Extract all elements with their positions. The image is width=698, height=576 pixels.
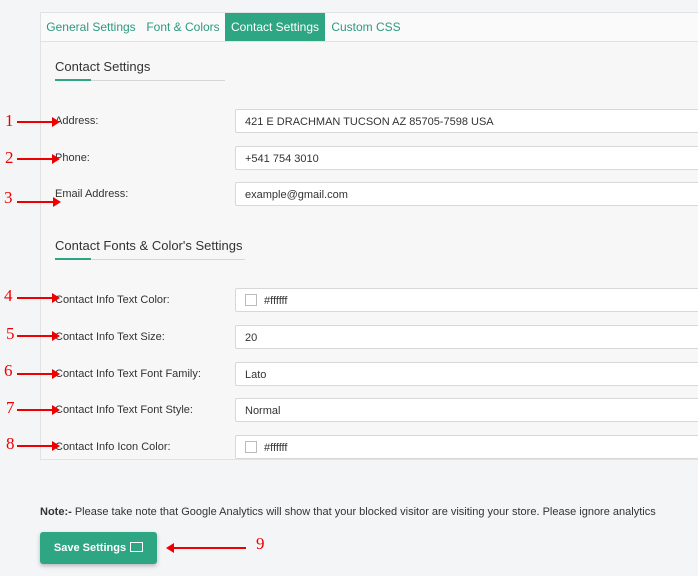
annotation-arrow <box>17 441 60 451</box>
annotation-number: 6 <box>4 361 13 380</box>
color-swatch[interactable] <box>245 294 257 307</box>
annotation-arrow <box>17 197 61 207</box>
note-text: Please take note that Google Analytics w… <box>71 506 656 518</box>
note-prefix: Note:- <box>40 506 72 518</box>
font-family-field[interactable]: Lato <box>235 362 698 386</box>
text-color-value: #ffffff <box>264 295 288 307</box>
email-label: Email Address: <box>55 188 129 200</box>
tab-contact-settings[interactable]: Contact Settings <box>225 13 325 41</box>
annotation-number: 3 <box>4 188 13 207</box>
annotation-arrow <box>166 543 246 553</box>
icon-color-field[interactable]: #ffffff <box>235 435 698 459</box>
icon-color-value: #ffffff <box>264 442 288 454</box>
annotation-arrow <box>17 405 60 415</box>
text-size-label: Contact Info Text Size: <box>55 331 165 343</box>
annotation-number: 1 <box>5 111 14 130</box>
font-style-field[interactable]: Normal <box>235 398 698 422</box>
save-settings-button[interactable]: Save Settings <box>40 532 157 564</box>
contact-settings-heading: Contact Settings <box>55 59 151 74</box>
tab-general-settings[interactable]: General Settings <box>41 13 141 41</box>
phone-label: Phone: <box>55 152 90 164</box>
text-color-field[interactable]: #ffffff <box>235 288 698 312</box>
address-field[interactable]: 421 E DRACHMAN TUCSON AZ 85705-7598 USA <box>235 109 698 133</box>
text-size-field[interactable]: 20 <box>235 325 698 349</box>
annotation-number: 7 <box>6 398 15 417</box>
save-icon <box>130 542 144 553</box>
address-label: Address: <box>55 115 99 127</box>
fonts-colors-heading: Contact Fonts & Color's Settings <box>55 238 243 253</box>
annotation-number: 8 <box>6 434 15 453</box>
annotation-number: 9 <box>256 534 265 553</box>
icon-color-label: Contact Info Icon Color: <box>55 441 171 453</box>
annotation-number: 4 <box>4 286 13 305</box>
annotation-arrow <box>17 331 60 341</box>
tab-bar: General Settings Font & Colors Contact S… <box>41 13 698 42</box>
analytics-note: Note:- Please take note that Google Anal… <box>40 506 656 518</box>
annotation-number: 2 <box>5 148 14 167</box>
heading-accent <box>55 79 91 81</box>
annotation-number: 5 <box>6 324 15 343</box>
font-family-label: Contact Info Text Font Family: <box>55 368 201 380</box>
annotation-arrow <box>17 369 60 379</box>
tab-custom-css[interactable]: Custom CSS <box>325 13 407 41</box>
annotation-arrow <box>17 293 60 303</box>
save-button-label: Save Settings <box>53 542 127 554</box>
heading-accent <box>55 258 91 260</box>
annotation-arrow <box>17 117 60 127</box>
phone-field[interactable]: +541 754 3010 <box>235 146 698 170</box>
settings-panel: General Settings Font & Colors Contact S… <box>40 12 698 460</box>
annotation-arrow <box>17 154 60 164</box>
font-style-label: Contact Info Text Font Style: <box>55 404 193 416</box>
color-swatch[interactable] <box>245 441 257 454</box>
email-field[interactable]: example@gmail.com <box>235 182 698 206</box>
text-color-label: Contact Info Text Color: <box>55 294 170 306</box>
tab-font-colors[interactable]: Font & Colors <box>141 13 225 41</box>
